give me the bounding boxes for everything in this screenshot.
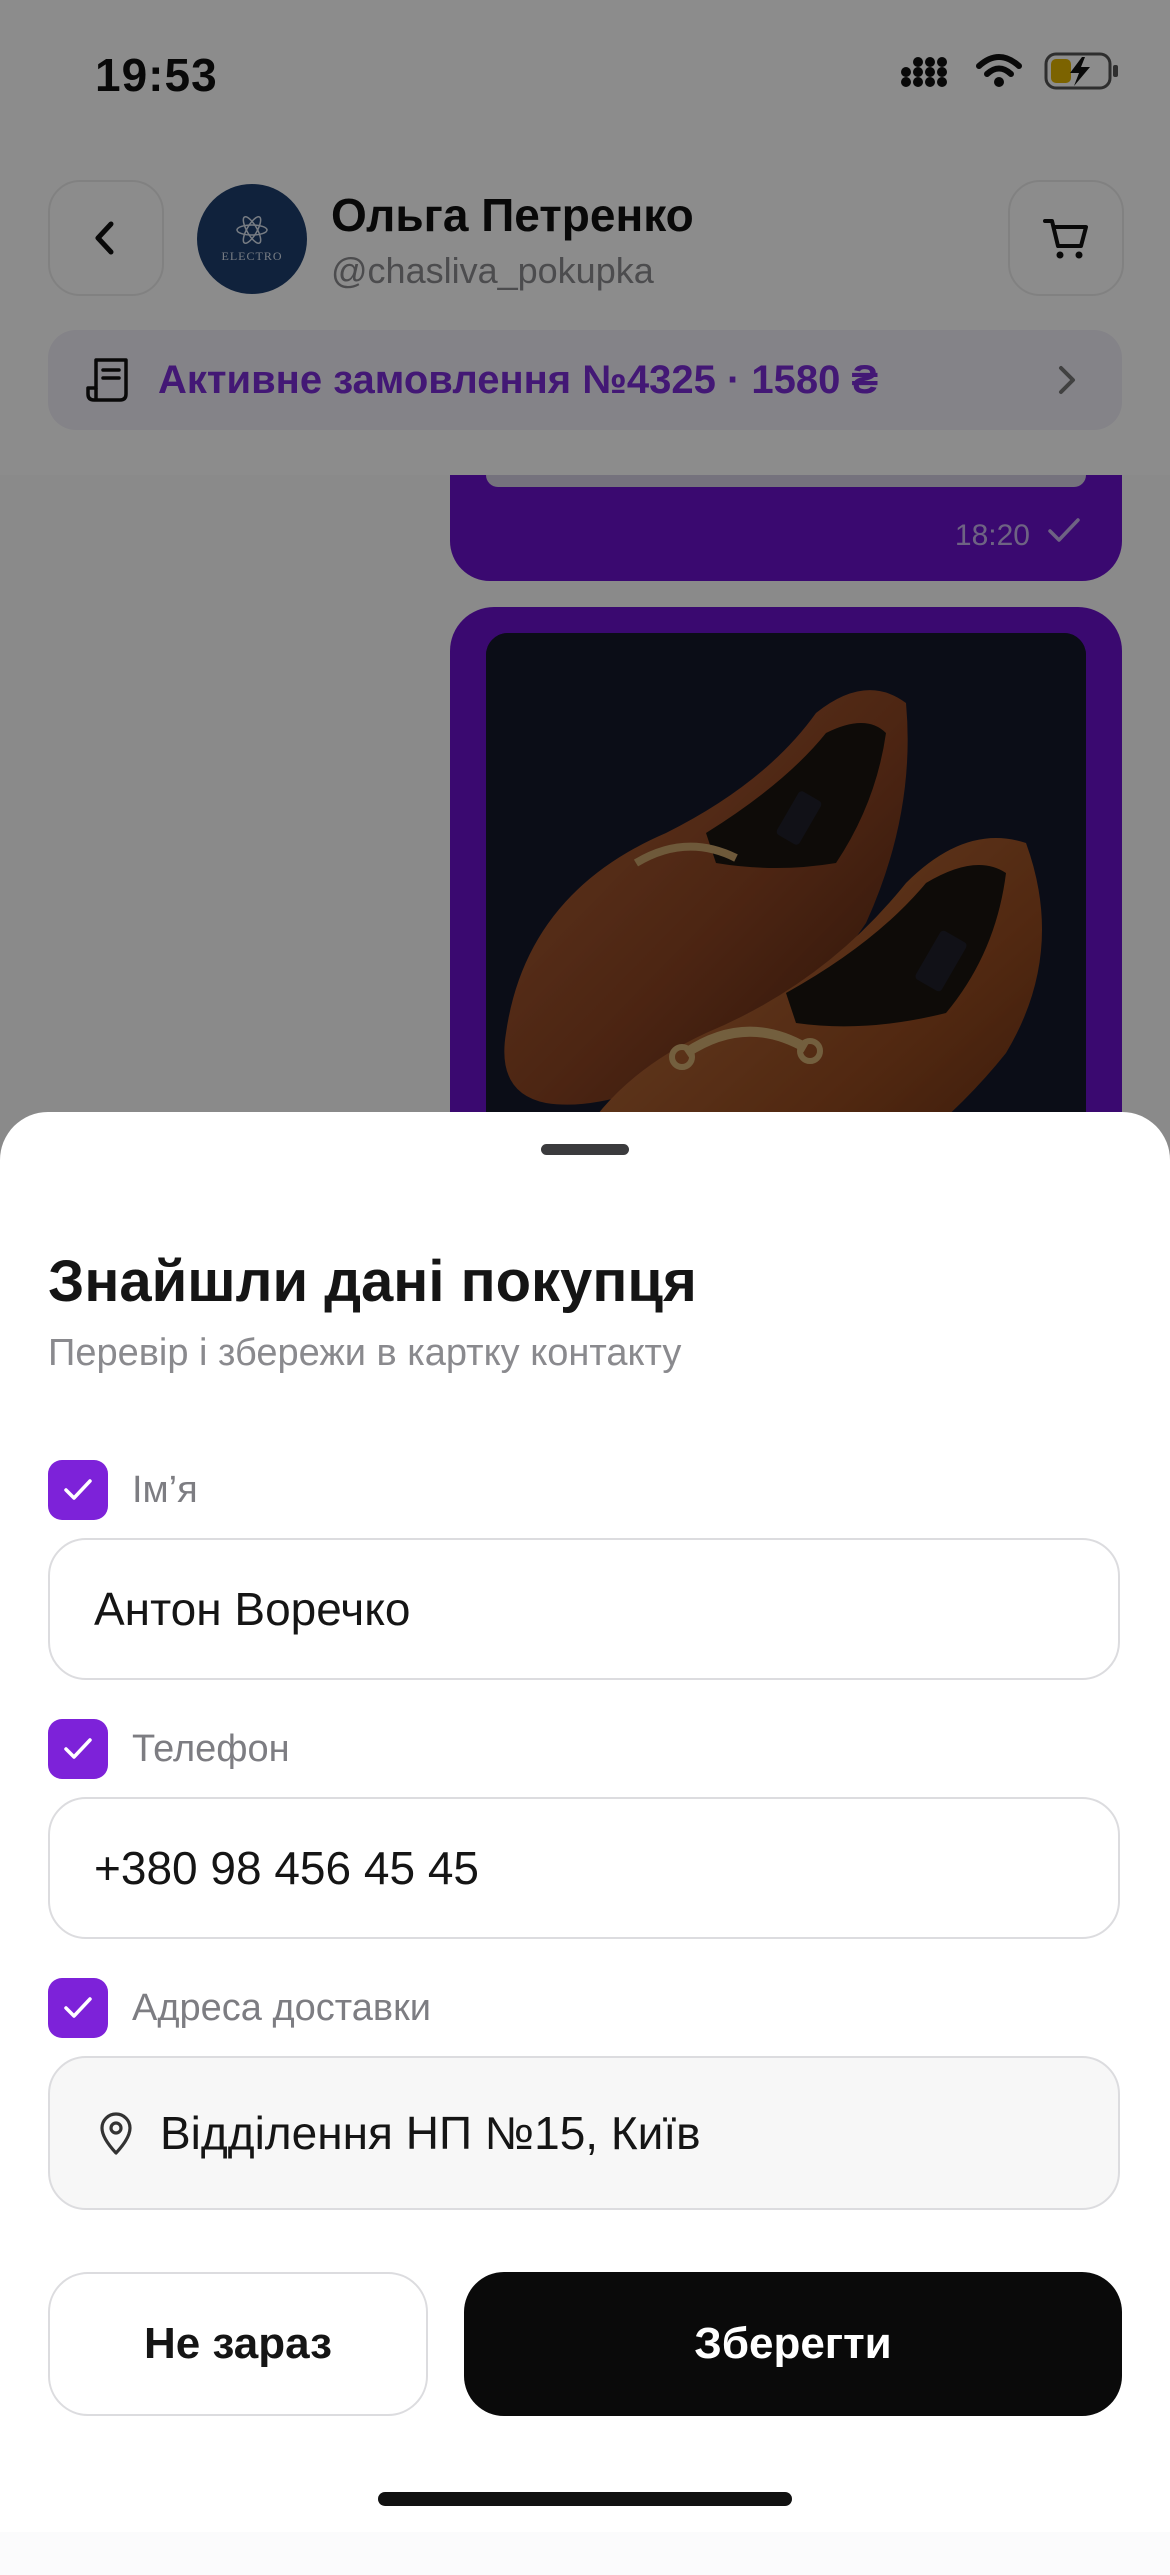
phone-field-label-row: Телефон [48,1719,290,1779]
sheet-title: Знайшли дані покупця [48,1249,697,1314]
address-label: Адреса доставки [132,1986,431,2029]
name-field-label-row: Ім’я [48,1460,198,1520]
address-value: Відділення НП №15, Київ [160,2107,701,2159]
name-input[interactable]: Антон Воречко [48,1538,1120,1680]
phone-input[interactable]: +380 98 456 45 45 [48,1797,1120,1939]
checkmark-icon [64,1997,92,2018]
phone-value: +380 98 456 45 45 [94,1842,479,1894]
sheet-grabber[interactable] [541,1144,629,1155]
buyer-data-sheet: Знайшли дані покупця Перевір і збережи в… [0,1112,1170,2532]
save-button[interactable]: Зберегти [464,2272,1122,2416]
phone-checkbox[interactable] [48,1719,108,1779]
checkmark-icon [64,1479,92,1500]
address-checkbox[interactable] [48,1978,108,2038]
home-indicator [378,2492,792,2506]
address-field-label-row: Адреса доставки [48,1978,431,2038]
name-label: Ім’я [132,1468,198,1511]
location-pin-icon [96,2110,136,2156]
address-input[interactable]: Відділення НП №15, Київ [48,2056,1120,2210]
name-value: Антон Воречко [94,1583,411,1635]
phone-label: Телефон [132,1727,290,1770]
checkmark-icon [64,1738,92,1759]
name-checkbox[interactable] [48,1460,108,1520]
sheet-subtitle: Перевір і збережи в картку контакту [48,1332,682,1374]
not-now-button[interactable]: Не зараз [48,2272,428,2416]
